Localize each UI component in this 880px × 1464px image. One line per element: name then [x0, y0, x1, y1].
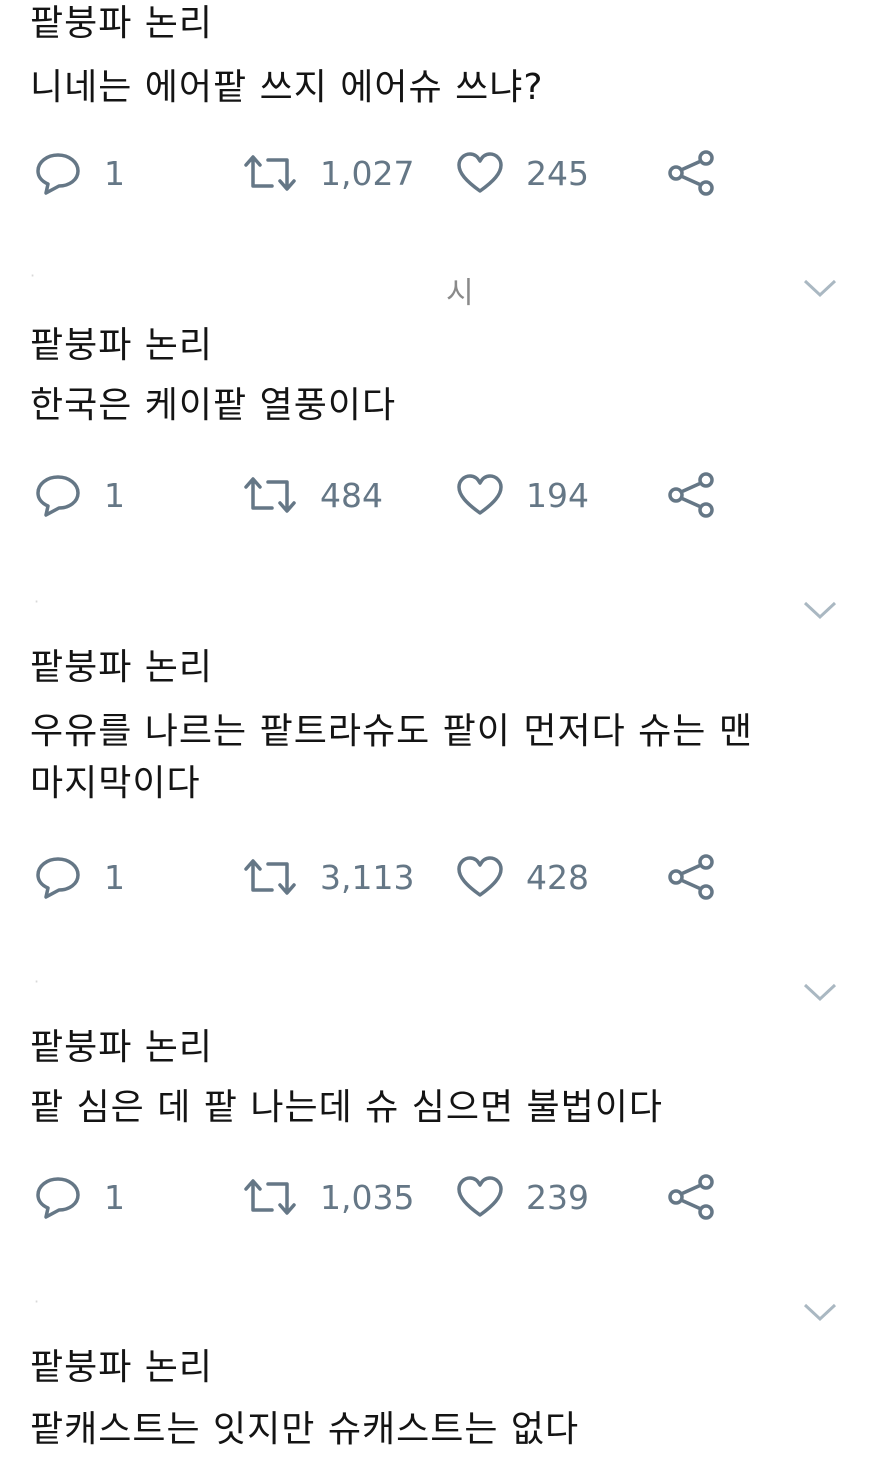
blurred-avatar: · — [34, 972, 40, 991]
retweet-count: 484 — [320, 475, 383, 515]
share-button[interactable] — [666, 852, 716, 902]
tweet-actions: 1 484 194 — [0, 470, 880, 520]
chevron-down-icon[interactable] — [802, 1300, 838, 1324]
heart-icon — [456, 1175, 504, 1219]
retweet-icon — [242, 857, 298, 897]
like-button[interactable]: 245 — [456, 148, 589, 198]
reply-icon — [34, 473, 82, 517]
tweet-text-line: 팥붕파 논리 — [30, 1347, 214, 1388]
tweet-actions: 1 3,113 428 — [0, 852, 880, 902]
tweet-text-line: 팥붕파 논리 — [30, 647, 214, 688]
retweet-count: 1,035 — [320, 1177, 415, 1217]
share-icon — [666, 1174, 716, 1220]
reply-button[interactable]: 1 — [34, 148, 125, 198]
share-icon — [666, 150, 716, 196]
like-count: 194 — [526, 475, 589, 515]
tweet-text-line: 한국은 케이팥 열풍이다 — [30, 385, 397, 426]
like-count: 239 — [526, 1177, 589, 1217]
tweet-actions: 1 1,027 245 — [0, 148, 880, 198]
tweet-text-line: 팥붕파 논리 — [30, 1027, 214, 1068]
blurred-avatar: · — [30, 266, 36, 285]
heart-icon — [456, 855, 504, 899]
tweet-text-line: 팥캐스트는 잇지만 슈캐스트는 없다 — [30, 1409, 580, 1450]
like-count: 245 — [526, 153, 589, 193]
tweet-text-line: 마지막이다 — [30, 763, 201, 804]
share-button[interactable] — [666, 470, 716, 520]
reply-button[interactable]: 1 — [34, 470, 125, 520]
retweet-button[interactable]: 3,113 — [242, 852, 414, 902]
tweet-text-line: 팥붕파 논리 — [30, 325, 214, 366]
reply-icon — [34, 855, 82, 899]
reply-count: 1 — [104, 153, 125, 193]
reply-count: 1 — [104, 1177, 125, 1217]
share-icon — [666, 854, 716, 900]
header-fragment: 시 — [446, 276, 474, 311]
retweet-icon — [242, 475, 298, 515]
reply-button[interactable]: 1 — [34, 1172, 125, 1222]
reply-icon — [34, 1175, 82, 1219]
blurred-avatar: · — [34, 1292, 40, 1311]
retweet-count: 3,113 — [320, 857, 415, 897]
share-button[interactable] — [666, 148, 716, 198]
like-button[interactable]: 428 — [456, 852, 589, 902]
retweet-icon — [242, 153, 298, 193]
like-button[interactable]: 194 — [456, 470, 589, 520]
tweet-actions: 1 1,035 239 — [0, 1172, 880, 1222]
share-icon — [666, 472, 716, 518]
tweet-text-line: 우유를 나르는 팥트라슈도 팥이 먼저다 슈는 맨 — [30, 711, 753, 752]
retweet-icon — [242, 1177, 298, 1217]
reply-count: 1 — [104, 857, 125, 897]
reply-button[interactable]: 1 — [34, 852, 125, 902]
retweet-button[interactable]: 1,035 — [242, 1172, 414, 1222]
chevron-down-icon[interactable] — [802, 276, 838, 300]
tweet-text-line: 팥 심은 데 팥 나는데 슈 심으면 불법이다 — [30, 1087, 664, 1128]
retweet-button[interactable]: 1,027 — [242, 148, 414, 198]
tweet-text-line: 니네는 에어팥 쓰지 에어슈 쓰냐? — [30, 67, 544, 108]
retweet-count: 1,027 — [320, 153, 415, 193]
blurred-avatar: · — [34, 592, 40, 611]
retweet-button[interactable]: 484 — [242, 470, 383, 520]
tweet-text-line: 팥붕파 논리 — [30, 3, 214, 44]
reply-icon — [34, 151, 82, 195]
like-count: 428 — [526, 857, 589, 897]
chevron-down-icon[interactable] — [802, 980, 838, 1004]
chevron-down-icon[interactable] — [802, 598, 838, 622]
heart-icon — [456, 473, 504, 517]
heart-icon — [456, 151, 504, 195]
like-button[interactable]: 239 — [456, 1172, 589, 1222]
share-button[interactable] — [666, 1172, 716, 1222]
reply-count: 1 — [104, 475, 125, 515]
